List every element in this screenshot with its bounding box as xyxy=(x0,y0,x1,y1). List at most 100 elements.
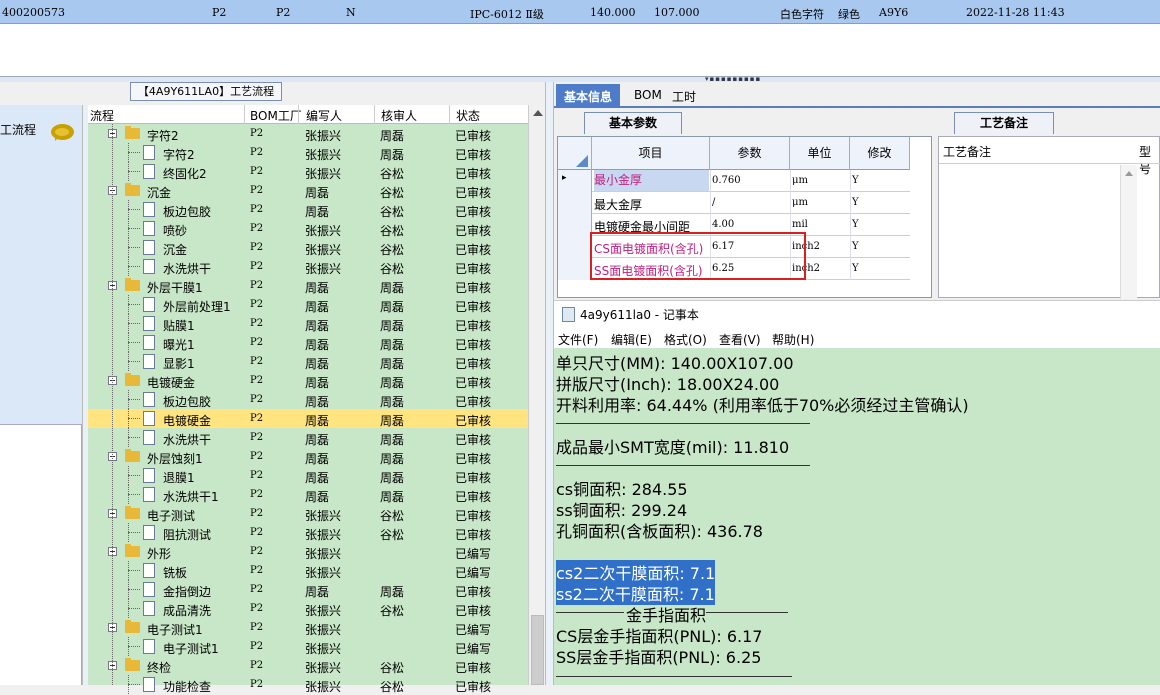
step-name: 沉金 xyxy=(163,243,188,257)
tab-basic-info[interactable]: 基本信息 xyxy=(556,84,621,108)
col-header-item[interactable]: 项目 xyxy=(592,137,710,170)
tree-step-row[interactable]: 水洗烘干 P2 张振兴 谷松 已审核 xyxy=(88,257,528,276)
scroll-thumb[interactable] xyxy=(531,615,544,685)
status-text: 已审核 xyxy=(455,414,492,428)
bom-factory: P2 xyxy=(250,584,264,595)
param-value: / xyxy=(712,197,716,208)
folder-icon xyxy=(125,449,140,462)
row-header[interactable] xyxy=(558,192,592,214)
tab-basic-params[interactable]: 基本参数 xyxy=(584,112,682,134)
tree-step-row[interactable]: 外层前处理1 P2 周磊 周磊 已审核 xyxy=(88,295,528,314)
folder-icon xyxy=(125,126,140,139)
col-header-model[interactable]: 型号 xyxy=(1139,143,1159,177)
reviewer-name: 周磊 xyxy=(380,452,405,466)
step-name: 字符2 xyxy=(163,148,195,162)
tree-group-row[interactable]: 电镀硬金 P2 周磊 周磊 已审核 xyxy=(88,371,528,390)
tree-step-row[interactable]: 沉金 P2 张振兴 谷松 已审核 xyxy=(88,238,528,257)
bom-factory: P2 xyxy=(250,280,264,291)
param-item: 最大金厚 xyxy=(594,198,643,212)
tree-step-row[interactable]: 字符2 P2 张振兴 周磊 已审核 xyxy=(88,143,528,162)
status-text: 已审核 xyxy=(455,528,492,542)
tree-step-row[interactable]: 铣板 P2 张振兴 已编写 xyxy=(88,561,528,580)
menu-edit[interactable]: 编辑(E) xyxy=(611,331,652,348)
tree-step-row[interactable]: 喷砂 P2 张振兴 谷松 已审核 xyxy=(88,219,528,238)
notepad-icon xyxy=(562,307,575,322)
param-value: 4.00 xyxy=(712,219,735,230)
col-header-notes[interactable]: 工艺备注 xyxy=(943,143,991,160)
nav-item-process[interactable]: 工流程 xyxy=(0,105,82,425)
tree-group-row[interactable]: 沉金 P2 周磊 谷松 已审核 xyxy=(88,181,528,200)
step-name: 电镀硬金 xyxy=(147,376,196,390)
tree-step-row[interactable]: 阻抗测试 P2 张振兴 谷松 已审核 xyxy=(88,523,528,542)
sort-corner-icon[interactable] xyxy=(558,137,592,170)
params-subtabs: 基本参数 xyxy=(554,110,934,134)
tree-group-row[interactable]: 电子测试1 P2 张振兴 已编写 xyxy=(88,618,528,637)
document-icon xyxy=(143,563,155,578)
tree-step-row[interactable]: 水洗烘干1 P2 周磊 周磊 已审核 xyxy=(88,485,528,504)
menu-view[interactable]: 查看(V) xyxy=(719,331,761,348)
order-summary-row[interactable]: 400200573 P2 P2 N IPC-6012 Ⅱ级 140.000 10… xyxy=(0,0,1160,24)
row-header[interactable] xyxy=(558,258,592,280)
tree-step-row[interactable]: 曝光1 P2 周磊 周磊 已审核 xyxy=(88,333,528,352)
tab-work-hours[interactable]: 工时 xyxy=(664,84,704,108)
col-header-writer[interactable]: 编写人 xyxy=(306,107,342,124)
tree-step-row[interactable]: 成品清洗 P2 张振兴 谷松 已审核 xyxy=(88,599,528,618)
tree-step-row[interactable]: 显影1 P2 周磊 周磊 已审核 xyxy=(88,352,528,371)
tree-group-row[interactable]: 外层蚀刻1 P2 周磊 周磊 已审核 xyxy=(88,447,528,466)
folder-icon xyxy=(125,544,140,557)
document-icon xyxy=(143,335,155,350)
process-notes-grid[interactable]: 工艺备注 型号 xyxy=(938,136,1160,299)
cell-divider xyxy=(710,192,711,214)
tree-connector xyxy=(128,608,140,609)
param-row[interactable]: ▸ 最小金厚 0.760 μm Y xyxy=(558,170,910,192)
bom-factory: P2 xyxy=(250,413,264,424)
col-header-value[interactable]: 参数 xyxy=(710,137,790,170)
tree-connector xyxy=(128,266,140,267)
tree-step-row[interactable]: 板边包胶 P2 周磊 周磊 已审核 xyxy=(88,390,528,409)
tree-group-row[interactable]: 外形 P2 张振兴 已编写 xyxy=(88,542,528,561)
param-row[interactable]: 最大金厚 / μm Y xyxy=(558,192,910,214)
step-name: 终固化2 xyxy=(163,167,207,181)
reviewer-name: 周磊 xyxy=(380,148,405,162)
menu-file[interactable]: 文件(F) xyxy=(558,331,598,348)
menu-help[interactable]: 帮助(H) xyxy=(772,331,814,348)
reviewer-name: 周磊 xyxy=(380,357,405,371)
process-tree[interactable]: 流程 BOM工厂 编写人 核审人 状态 字符2 P2 张振兴 周磊 已审核 字符2 P2 张振… xyxy=(88,105,528,694)
tree-group-row[interactable]: 外层干膜1 P2 周磊 周磊 已审核 xyxy=(88,276,528,295)
tree-step-row[interactable]: 终固化2 P2 张振兴 谷松 已审核 xyxy=(88,162,528,181)
tree-step-row[interactable]: 水洗烘干 P2 周磊 周磊 已审核 xyxy=(88,428,528,447)
param-modify: Y xyxy=(852,241,859,252)
col-header-process[interactable]: 流程 xyxy=(90,107,114,124)
col-header-unit[interactable]: 单位 xyxy=(790,137,850,170)
tree-group-row[interactable]: 终检 P2 张振兴 谷松 已审核 xyxy=(88,656,528,675)
row-header[interactable] xyxy=(558,214,592,236)
tree-step-row[interactable]: 电子测试1 P2 张振兴 已编写 xyxy=(88,637,528,656)
col-header-bom[interactable]: BOM工厂 xyxy=(250,107,302,124)
notepad-text-area[interactable]: 单只尺寸(MM): 140.00X107.00 拼版尺寸(Inch): 18.0… xyxy=(554,348,1160,685)
col-header-status[interactable]: 状态 xyxy=(456,107,480,124)
tab-process-notes[interactable]: 工艺备注 xyxy=(954,112,1054,134)
tree-group-row[interactable]: 字符2 P2 张振兴 周磊 已审核 xyxy=(88,124,528,143)
tree-scrollbar[interactable] xyxy=(528,105,545,685)
row-header[interactable] xyxy=(558,236,592,258)
reviewer-name: 谷松 xyxy=(380,604,405,618)
tree-step-row[interactable]: 板边包胶 P2 周磊 谷松 已审核 xyxy=(88,200,528,219)
col-header-reviewer[interactable]: 核审人 xyxy=(381,107,417,124)
col-header-modify[interactable]: 修改 xyxy=(850,137,910,170)
folder-icon xyxy=(125,620,140,633)
notepad-titlebar[interactable]: 4a9y611la0 - 记事本 xyxy=(554,300,1160,326)
tree-step-row[interactable]: 电镀硬金 P2 周磊 周磊 已审核 xyxy=(88,409,528,428)
tree-step-row[interactable]: 退膜1 P2 周磊 周磊 已审核 xyxy=(88,466,528,485)
status-text: 已审核 xyxy=(455,338,492,352)
menu-format[interactable]: 格式(O) xyxy=(664,331,707,348)
bom-factory: P2 xyxy=(250,527,264,538)
notes-scrollbar[interactable] xyxy=(1120,165,1137,299)
tree-step-row[interactable]: 金指倒边 P2 周磊 周磊 已审核 xyxy=(88,580,528,599)
tree-connector xyxy=(128,342,140,343)
row-header[interactable]: ▸ xyxy=(558,170,592,192)
tree-step-row[interactable]: 贴膜1 P2 周磊 周磊 已审核 xyxy=(88,314,528,333)
tree-group-row[interactable]: 电子测试 P2 张振兴 谷松 已审核 xyxy=(88,504,528,523)
scroll-up-icon[interactable] xyxy=(533,110,543,116)
middle-splitter[interactable] xyxy=(545,82,554,685)
tree-root-line xyxy=(112,124,113,685)
